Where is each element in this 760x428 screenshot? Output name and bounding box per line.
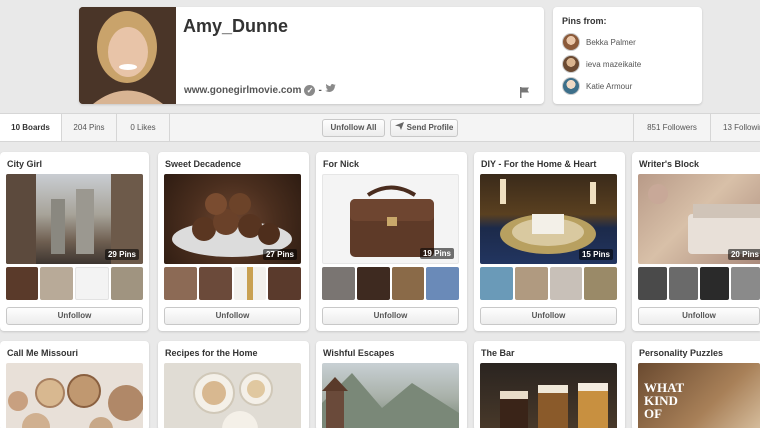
website-link[interactable]: www.gonegirlmovie.com [184,85,301,96]
thumbnail [40,267,73,300]
board-cover[interactable] [164,363,301,428]
user-avatar [562,55,580,73]
board-card[interactable]: Recipes for the Home [158,341,309,428]
board-title: The Bar [481,348,515,358]
board-card[interactable]: The Bar [474,341,625,428]
board-thumbnails [6,267,143,300]
unfollow-button[interactable]: Unfollow [322,307,459,325]
board-cover[interactable]: 20 Pins [638,174,760,264]
pins-from-user[interactable]: Bekka Palmer [562,33,636,51]
profile-website: www.gonegirlmovie.com ✓ - [184,84,336,96]
board-title: Writer's Block [639,159,699,169]
board-title: DIY - For the Home & Heart [481,159,597,169]
thumbnail [74,267,109,300]
board-title: Call Me Missouri [7,348,79,358]
thumbnail [700,267,729,300]
user-name: Bekka Palmer [586,37,636,47]
board-card[interactable]: DIY - For the Home & Heart 15 Pins Unfol… [474,152,625,331]
board-title: City Girl [7,159,43,169]
thumbnail [549,267,583,300]
board-cover[interactable]: WHAT KIND OF [638,363,760,428]
thumbnail [638,267,667,300]
user-name: Katie Armour [586,81,633,91]
board-cover[interactable]: 19 Pins [322,174,459,264]
separator: - [318,84,322,96]
tab-pins[interactable]: 204 Pins [62,114,117,141]
send-profile-button[interactable]: Send Profile [390,119,458,137]
board-card[interactable]: Call Me Missouri [0,341,149,428]
board-cover[interactable]: 27 Pins [164,174,301,264]
thumbnail [731,267,760,300]
pin-count: 29 Pins [104,249,139,260]
board-title: For Nick [323,159,360,169]
thumbnail [669,267,698,300]
board-card[interactable]: Sweet Decadence 27 Pins Unfollow [158,152,309,331]
verified-icon: ✓ [304,84,316,96]
profile-card: Amy_Dunne www.gonegirlmovie.com ✓ - [79,7,544,104]
board-card[interactable]: For Nick 19 Pins Unfollow [316,152,467,331]
pins-from-card: Pins from: Bekka Palmer ieva mazeikaite … [553,7,702,104]
thumbnail [426,267,459,300]
thumbnail [322,267,355,300]
unfollow-button[interactable]: Unfollow [164,307,301,325]
pin-count: 15 Pins [578,249,613,260]
board-card[interactable]: Wishful Escapes [316,341,467,428]
tab-likes[interactable]: 0 Likes [117,114,170,141]
unfollow-button[interactable]: Unfollow [480,307,617,325]
tab-boards[interactable]: 10 Boards [0,114,62,141]
board-cover[interactable]: 29 Pins [6,174,143,264]
cover-text: WHAT KIND OF [644,380,684,421]
board-title: Wishful Escapes [323,348,395,358]
board-cover[interactable]: 15 Pins [480,174,617,264]
thumbnail [268,267,301,300]
thumbnail [514,267,548,300]
thumbnail [6,267,39,300]
thumbnail [584,267,617,300]
board-title: Recipes for the Home [165,348,258,358]
send-icon [394,120,404,136]
pin-count: 20 Pins [727,249,760,260]
board-thumbnails [322,267,459,300]
thumbnail [164,267,197,300]
board-card[interactable]: City Girl 29 Pins Unfollow [0,152,149,331]
profile-avatar [79,7,176,104]
board-card[interactable]: Writer's Block 20 Pins Unfollow [632,152,760,331]
pins-from-user[interactable]: Katie Armour [562,77,632,95]
user-avatar [562,77,580,95]
pins-from-user[interactable]: ieva mazeikaite [562,55,641,73]
thumbnail [198,267,232,300]
unfollow-button[interactable]: Unfollow [6,307,143,325]
stats-bar: 10 Boards 204 Pins 0 Likes Unfollow All … [0,113,760,142]
thumbnail [356,267,390,300]
board-cover[interactable] [480,363,617,428]
unfollow-button[interactable]: Unfollow [638,307,760,325]
user-avatar [562,33,580,51]
pin-count: 27 Pins [262,249,297,260]
pin-count: 19 Pins [419,248,454,259]
board-title: Sweet Decadence [165,159,242,169]
board-thumbnails [480,267,617,300]
thumbnail [233,267,267,300]
thumbnail [110,267,143,300]
tab-followers[interactable]: 851 Followers [633,114,710,141]
twitter-icon[interactable] [324,84,336,96]
unfollow-all-button[interactable]: Unfollow All [322,119,385,137]
send-profile-label: Send Profile [406,123,454,132]
flag-icon[interactable] [520,85,530,98]
board-cover[interactable] [6,363,143,428]
user-name: ieva mazeikaite [586,59,642,69]
board-card[interactable]: Personality Puzzles WHAT KIND OF [632,341,760,428]
pins-from-title: Pins from: [562,16,607,26]
board-cover[interactable] [322,363,459,428]
board-thumbnails [164,267,301,300]
thumbnail [391,267,425,300]
profile-name: Amy_Dunne [183,16,289,36]
tab-following[interactable]: 13 Following [710,114,760,141]
board-title: Personality Puzzles [639,348,724,358]
thumbnail [480,267,513,300]
board-thumbnails [638,267,760,300]
